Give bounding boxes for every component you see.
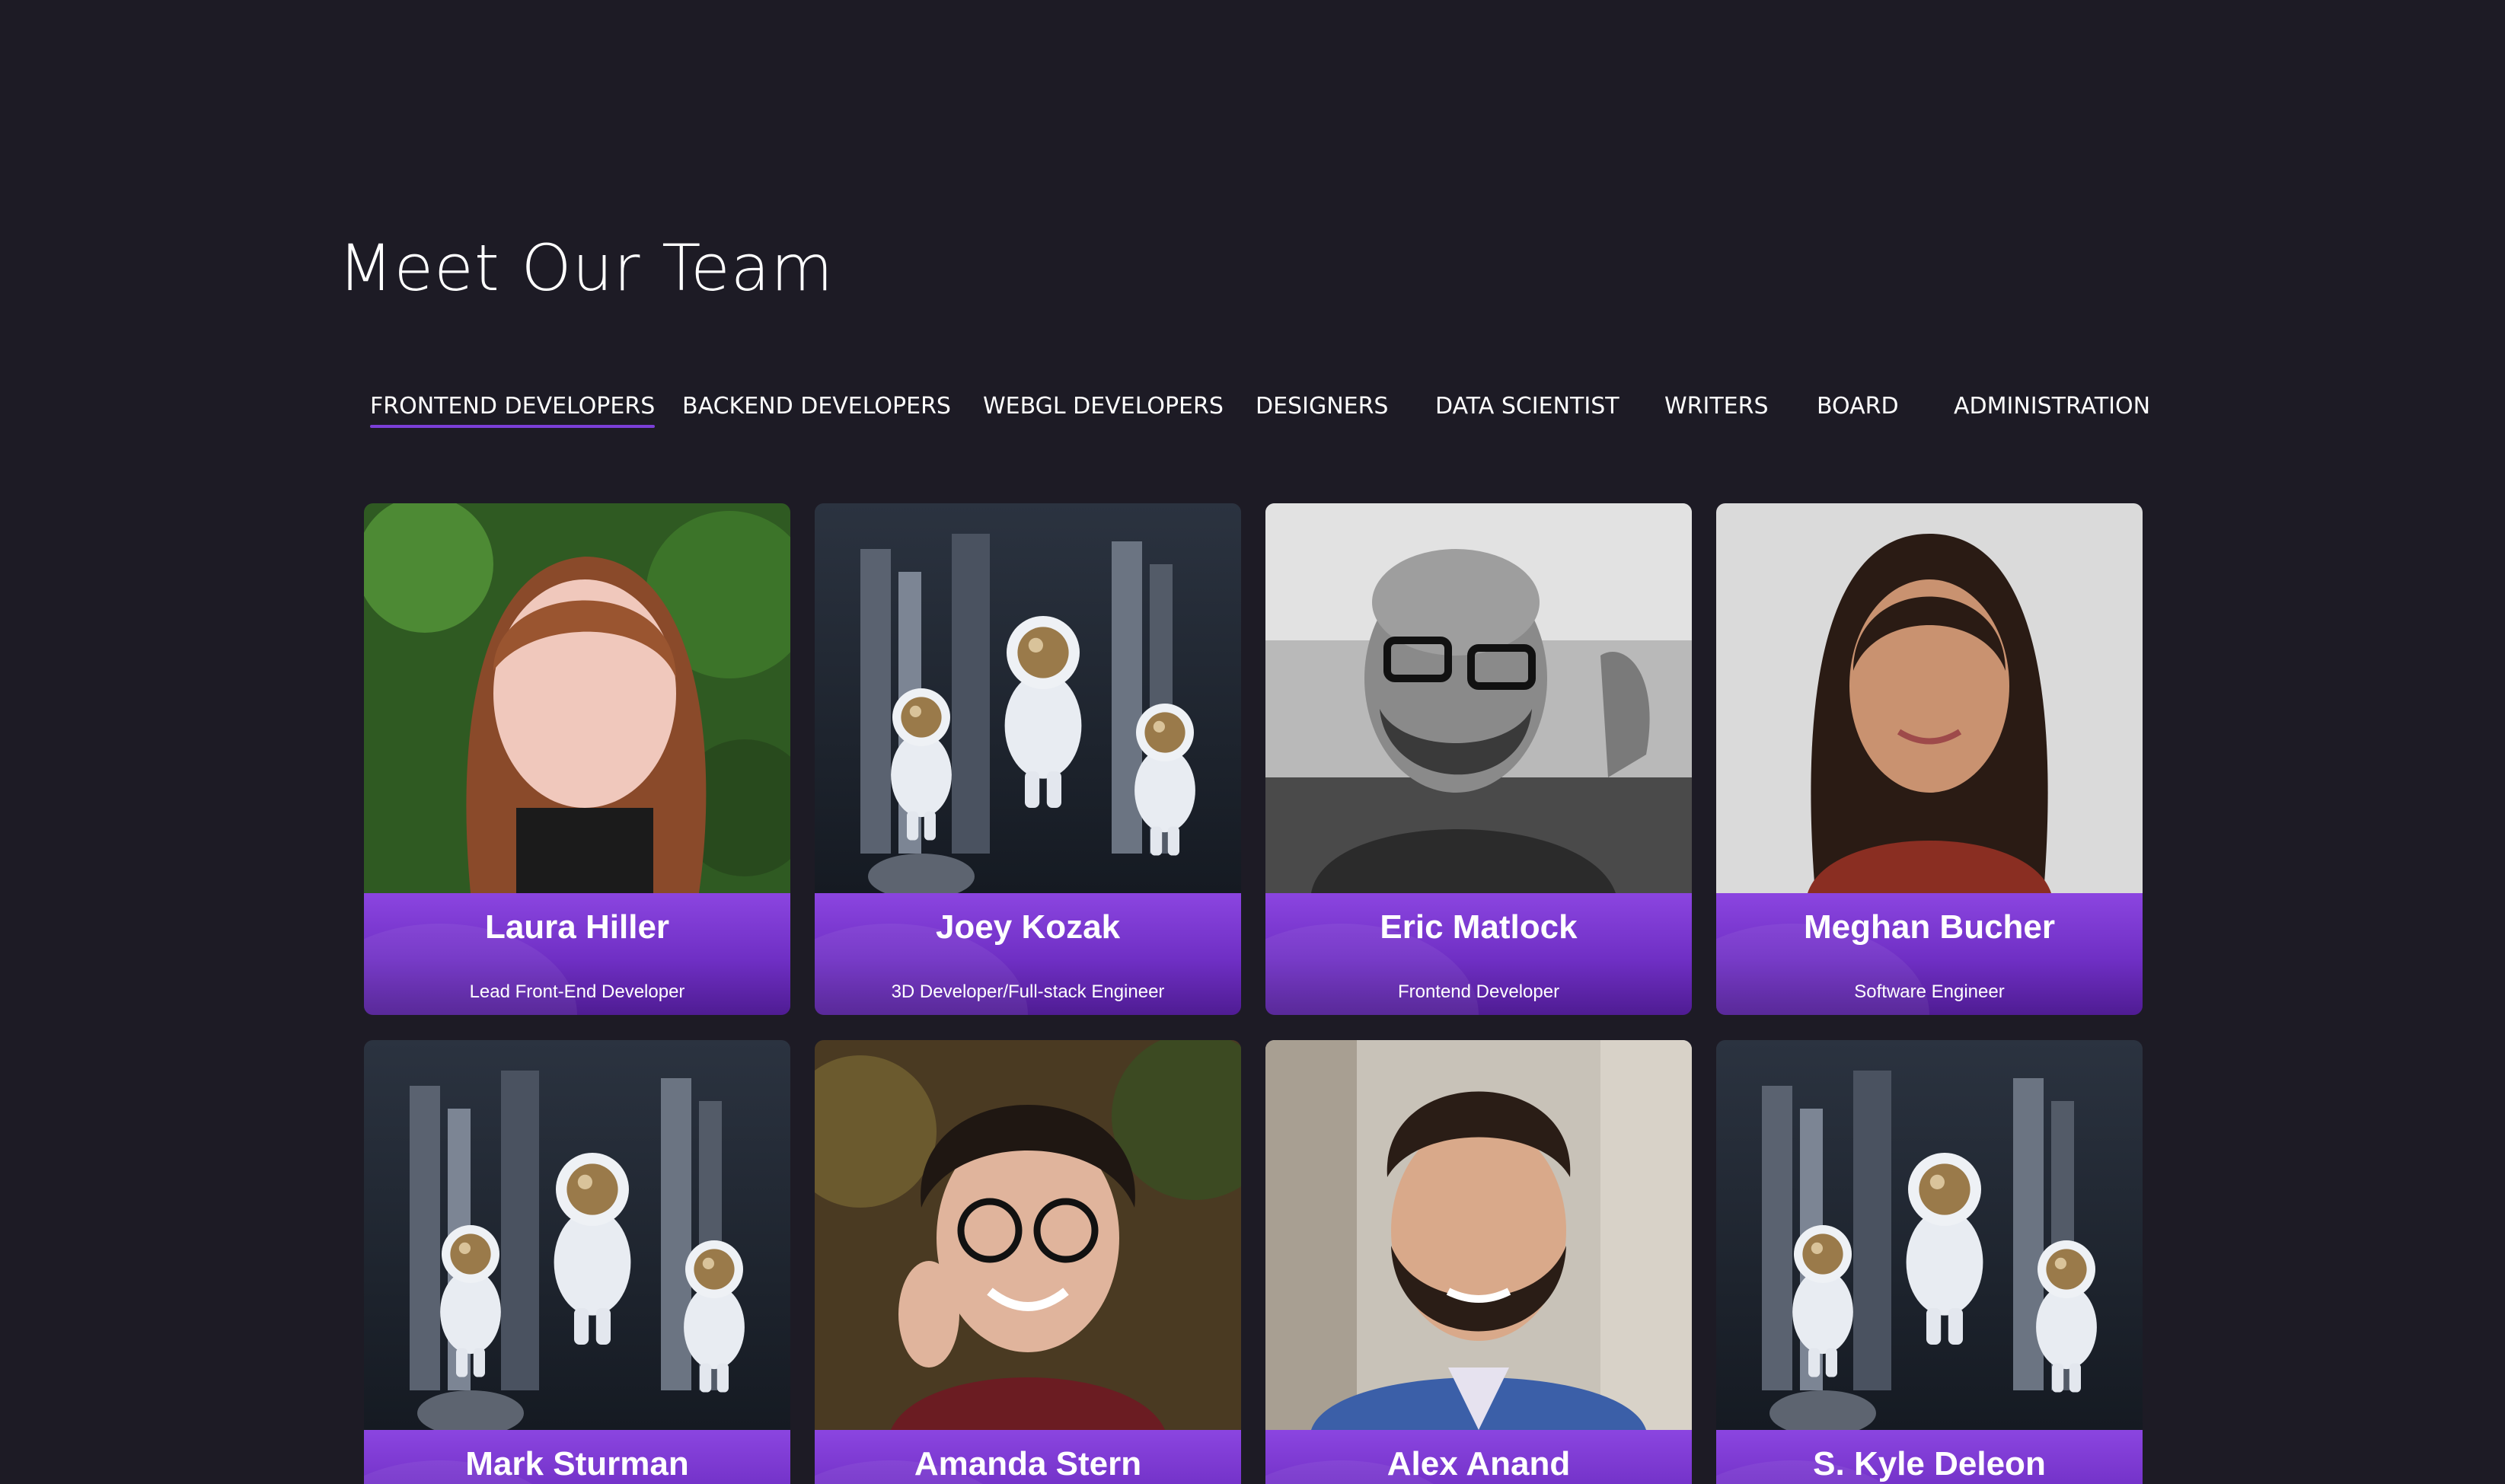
team-member-name: S. Kyle Deleon xyxy=(1813,1445,2046,1482)
tab-writers[interactable]: WRITERS xyxy=(1664,391,1769,422)
team-member-photo xyxy=(1265,1040,1692,1430)
team-card-caption: Alex Anand xyxy=(1265,1430,1692,1484)
team-member-photo xyxy=(364,1040,790,1430)
team-card-amanda-stern[interactable]: Amanda Stern xyxy=(815,1040,1241,1484)
team-member-role: Frontend Developer xyxy=(1397,981,1560,1002)
team-member-role: 3D Developer/Full-stack Engineer xyxy=(891,981,1165,1002)
team-card-caption: Amanda Stern xyxy=(815,1430,1241,1484)
team-member-name: Alex Anand xyxy=(1387,1445,1571,1482)
tab-data-scientist[interactable]: DATA SCIENTIST xyxy=(1435,391,1619,422)
team-member-role: Software Engineer xyxy=(1854,981,2005,1002)
team-card-laura-hiller[interactable]: Laura Hiller Lead Front-End Developer xyxy=(364,503,790,1015)
team-member-photo xyxy=(815,1040,1241,1430)
team-card-eric-matlock[interactable]: Eric Matlock Frontend Developer xyxy=(1265,503,1692,1015)
team-card-caption: Eric Matlock Frontend Developer xyxy=(1265,893,1692,1015)
team-card-alex-anand[interactable]: Alex Anand xyxy=(1265,1040,1692,1484)
team-member-name: Mark Sturman xyxy=(465,1445,689,1482)
team-member-role: Lead Front-End Developer xyxy=(469,981,685,1002)
team-member-photo xyxy=(1716,1040,2143,1430)
team-member-photo xyxy=(1265,503,1692,893)
team-card-joey-kozak[interactable]: Joey Kozak 3D Developer/Full-stack Engin… xyxy=(815,503,1241,1015)
team-card-meghan-bucher[interactable]: Meghan Bucher Software Engineer xyxy=(1716,503,2143,1015)
team-card-caption: Laura Hiller Lead Front-End Developer xyxy=(364,893,790,1015)
team-member-name: Laura Hiller xyxy=(484,908,670,946)
team-card-caption: S. Kyle Deleon xyxy=(1716,1430,2143,1484)
team-member-photo xyxy=(815,503,1241,893)
team-member-photo xyxy=(1716,503,2143,893)
tab-administration[interactable]: ADMINISTRATION xyxy=(1954,391,2150,422)
tab-webgl-developers[interactable]: WEBGL DEVELOPERS xyxy=(983,391,1224,422)
tab-backend-developers[interactable]: BACKEND DEVELOPERS xyxy=(682,391,951,422)
page-title: Meet Our Team xyxy=(338,231,834,305)
team-member-name: Meghan Bucher xyxy=(1803,908,2056,946)
team-member-name: Joey Kozak xyxy=(935,908,1121,946)
team-card-caption: Joey Kozak 3D Developer/Full-stack Engin… xyxy=(815,893,1241,1015)
team-card-caption: Mark Sturman xyxy=(364,1430,790,1484)
tab-frontend-developers[interactable]: FRONTEND DEVELOPERS xyxy=(370,391,656,428)
tab-board[interactable]: BOARD xyxy=(1817,391,1899,422)
tab-designers[interactable]: DESIGNERS xyxy=(1256,391,1388,422)
team-member-name: Eric Matlock xyxy=(1380,908,1578,946)
team-card-caption: Meghan Bucher Software Engineer xyxy=(1716,893,2143,1015)
team-card-s-kyle-deleon[interactable]: S. Kyle Deleon xyxy=(1716,1040,2143,1484)
team-member-name: Amanda Stern xyxy=(914,1445,1142,1482)
team-member-photo xyxy=(364,503,790,893)
team-card-mark-sturman[interactable]: Mark Sturman xyxy=(364,1040,790,1484)
